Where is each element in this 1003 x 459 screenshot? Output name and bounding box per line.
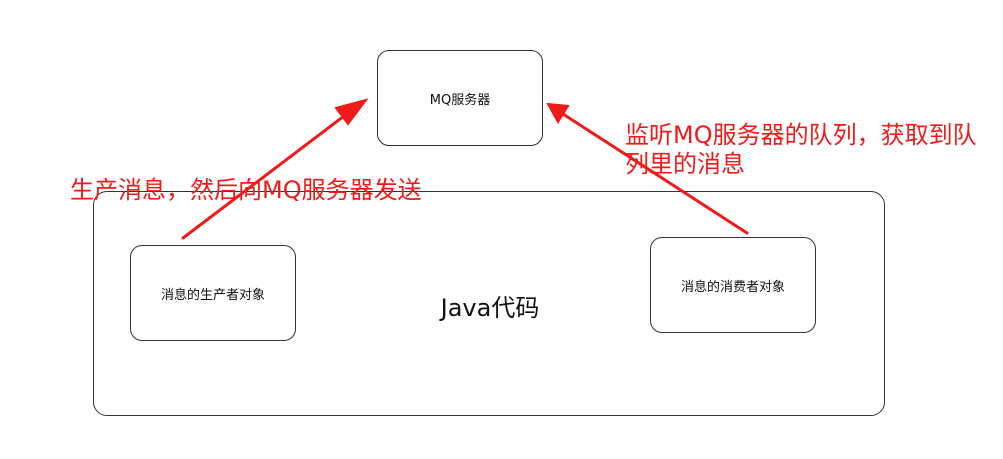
consumer-label: 消息的消费者对象	[680, 279, 785, 295]
java-code-label: Java代码	[440, 294, 540, 322]
consumer-box: 消息的消费者对象	[650, 237, 816, 333]
listen-annotation: 监听MQ服务器的队列，获取到队列里的消息	[625, 121, 977, 178]
produce-arrow-head	[334, 98, 369, 126]
mq-server-box: MQ服务器	[377, 50, 543, 146]
producer-label: 消息的生产者对象	[160, 287, 265, 303]
producer-box: 消息的生产者对象	[130, 245, 296, 341]
listen-arrow-head	[546, 102, 570, 124]
produce-annotation: 生产消息，然后向MQ服务器发送	[70, 176, 422, 204]
mq-server-label: MQ服务器	[429, 92, 491, 108]
